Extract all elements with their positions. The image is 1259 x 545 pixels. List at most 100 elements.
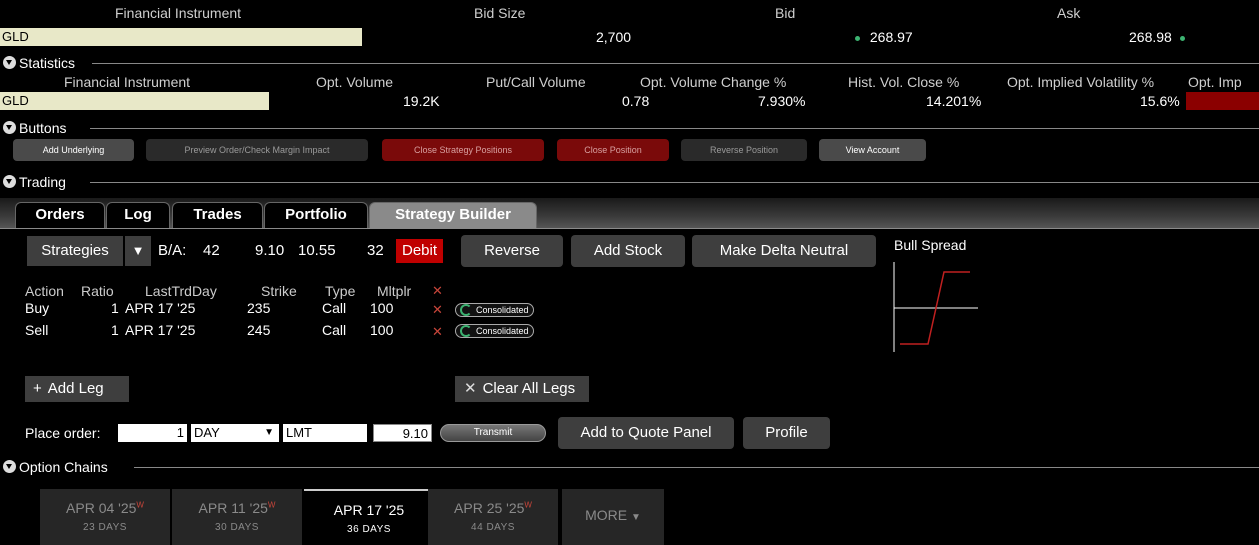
tif-value: DAY <box>194 425 220 440</box>
stats-header-vol-change: Opt. Volume Change % <box>640 74 787 90</box>
header-bid-size: Bid Size <box>474 5 526 21</box>
statistics-title: Statistics <box>19 55 76 71</box>
stats-header-hist-vol: Hist. Vol. Close % <box>848 74 960 90</box>
section-divider <box>134 467 1259 468</box>
tab-orders[interactable]: Orders <box>15 202 105 228</box>
put-call-value: 0.78 <box>622 93 650 109</box>
leg-2-ratio[interactable]: 1 <box>111 322 119 338</box>
tab-trades[interactable]: Trades <box>172 202 263 228</box>
ba-bid: 9.10 <box>255 242 285 259</box>
leg-1-route-label: Consolidated <box>476 305 529 315</box>
leg-2-type[interactable]: Call <box>322 322 346 338</box>
close-strategy-positions-button[interactable]: Close Strategy Positions <box>382 139 544 161</box>
order-type-field[interactable]: LMT <box>283 424 367 442</box>
clear-all-legs-button[interactable]: ✕ Clear All Legs <box>455 376 589 402</box>
leg-1-type[interactable]: Call <box>322 300 346 316</box>
leg-2-action[interactable]: Sell <box>25 322 48 338</box>
ba-ask: 10.55 <box>298 242 336 259</box>
add-underlying-button[interactable]: Add Underlying <box>13 139 134 161</box>
leg-header-action: Action <box>25 283 64 299</box>
option-chains-title: Option Chains <box>19 459 108 475</box>
refresh-icon <box>460 304 472 316</box>
leg-2-route-label: Consolidated <box>476 326 529 336</box>
bid-value-text: 268.97 <box>869 29 913 45</box>
leg-header-strike: Strike <box>261 283 297 299</box>
statistics-section-header[interactable]: Statistics <box>0 55 1259 71</box>
expiry-date: APR 11 '25 <box>198 500 268 516</box>
limit-price-input[interactable]: 9.10 <box>373 424 432 442</box>
stats-instrument-cell[interactable]: GLD <box>0 92 269 110</box>
weekly-marker: W <box>136 500 144 510</box>
tab-strategy-builder[interactable]: Strategy Builder <box>369 202 537 228</box>
chevron-down-icon: ▼ <box>630 512 641 523</box>
expiry-tab-apr04[interactable]: APR 04 '25W 23 DAYS <box>40 489 170 545</box>
add-to-quote-panel-button[interactable]: Add to Quote Panel <box>558 417 734 449</box>
opt-volume-value: 19.2K <box>403 93 440 109</box>
leg-1-mltplr[interactable]: 100 <box>370 300 393 316</box>
expiry-days: 44 DAYS <box>471 522 515 533</box>
collapse-triangle-icon[interactable] <box>3 175 16 188</box>
strategies-dropdown-icon[interactable]: ▼ <box>125 236 151 266</box>
quote-instrument-cell[interactable]: GLD <box>0 28 362 46</box>
leg-2-route-button[interactable]: Consolidated <box>455 324 534 338</box>
collapse-triangle-icon[interactable] <box>3 56 16 69</box>
add-stock-button[interactable]: Add Stock <box>571 235 685 267</box>
add-leg-button[interactable]: + Add Leg <box>25 376 129 402</box>
expiry-tab-apr17[interactable]: APR 17 '25 36 DAYS <box>304 489 434 545</box>
debit-badge: Debit <box>396 239 443 263</box>
section-divider <box>90 182 1259 183</box>
tab-log[interactable]: Log <box>106 202 170 228</box>
weekly-marker: W <box>267 500 276 510</box>
view-account-button[interactable]: View Account <box>819 139 926 161</box>
reverse-position-button[interactable]: Reverse Position <box>681 139 807 161</box>
make-delta-neutral-button[interactable]: Make Delta Neutral <box>692 235 876 267</box>
transmit-button[interactable]: Transmit <box>440 424 546 442</box>
tab-portfolio[interactable]: Portfolio <box>264 202 368 228</box>
strategies-button[interactable]: Strategies <box>27 236 123 266</box>
bid-value: 268.97 <box>855 29 913 45</box>
payoff-diagram <box>893 262 978 352</box>
preview-order-button[interactable]: Preview Order/Check Margin Impact <box>146 139 368 161</box>
buttons-section-header[interactable]: Buttons <box>0 120 1259 136</box>
more-expiries-button[interactable]: MORE ▼ <box>562 489 664 545</box>
leg-1-ratio[interactable]: 1 <box>111 300 119 316</box>
expiry-days: 30 DAYS <box>215 522 259 533</box>
tif-select[interactable]: DAY ▼ <box>191 424 279 442</box>
ba-label: B/A: <box>158 242 187 259</box>
leg-2-lasttrdday[interactable]: APR 17 '25 <box>125 322 195 338</box>
reverse-button[interactable]: Reverse <box>461 235 563 267</box>
leg-1-strike[interactable]: 235 <box>247 300 270 316</box>
tab-underline <box>0 228 1259 229</box>
stats-header-opt-volume: Opt. Volume <box>316 74 394 90</box>
leg-2-strike[interactable]: 245 <box>247 322 270 338</box>
clear-all-legs-label: Clear All Legs <box>482 380 576 397</box>
option-chains-section-header[interactable]: Option Chains <box>0 459 1259 475</box>
leg-1-route-button[interactable]: Consolidated <box>455 303 534 317</box>
ask-value: 268.98 <box>1129 29 1185 45</box>
leg-2-mltplr[interactable]: 100 <box>370 322 393 338</box>
section-divider <box>92 63 1259 64</box>
collapse-triangle-icon[interactable] <box>3 121 16 134</box>
remove-leg-2-icon[interactable]: ✕ <box>432 324 443 340</box>
leg-header-lasttrdday: LastTrdDay <box>145 283 217 299</box>
remove-leg-1-icon[interactable]: ✕ <box>432 302 443 318</box>
leg-1-action[interactable]: Buy <box>25 300 49 316</box>
collapse-triangle-icon[interactable] <box>3 460 16 473</box>
expiry-date: APR 04 '25 <box>66 500 137 516</box>
ba-bid-size: 42 <box>203 242 220 259</box>
expiry-days: 36 DAYS <box>347 524 391 535</box>
leg-1-lasttrdday[interactable]: APR 17 '25 <box>125 300 195 316</box>
close-position-button[interactable]: Close Position <box>557 139 669 161</box>
expiry-tab-apr11[interactable]: APR 11 '25W 30 DAYS <box>172 489 302 545</box>
expiry-tab-apr25[interactable]: APR 25 '25W 44 DAYS <box>428 489 558 545</box>
stats-header-put-call: Put/Call Volume <box>486 74 586 90</box>
header-ask: Ask <box>1057 5 1081 21</box>
trading-section-header[interactable]: Trading <box>0 174 1259 190</box>
trading-title: Trading <box>19 174 66 190</box>
payoff-title: Bull Spread <box>894 237 967 253</box>
quantity-input[interactable]: 1 <box>118 424 187 442</box>
remove-all-legs-icon[interactable]: ✕ <box>432 283 443 299</box>
profile-button[interactable]: Profile <box>743 417 830 449</box>
stats-header-opt-imp: Opt. Imp <box>1188 74 1242 90</box>
implied-vol-value: 15.6% <box>1140 93 1180 109</box>
